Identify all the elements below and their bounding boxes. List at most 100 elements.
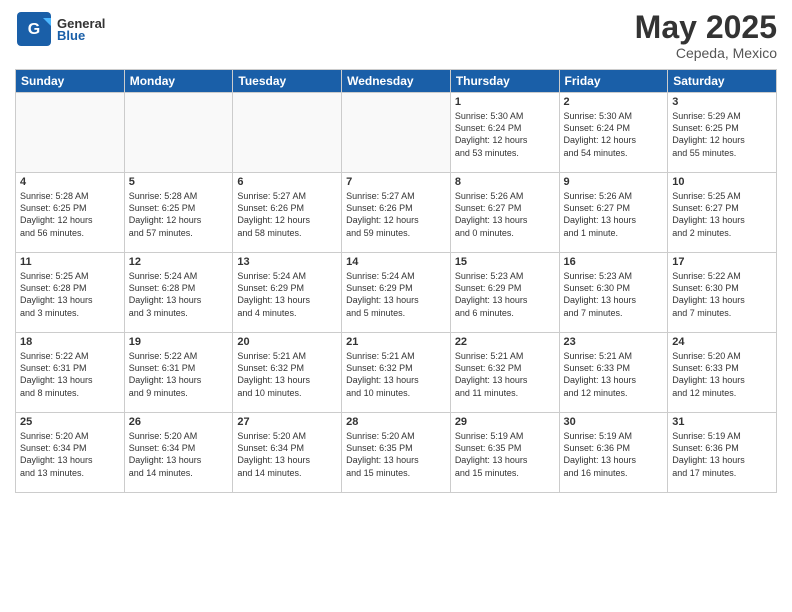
day-info: Sunrise: 5:29 AMSunset: 6:25 PMDaylight:… bbox=[672, 110, 772, 159]
day-cell: 13 Sunrise: 5:24 AMSunset: 6:29 PMDayligh… bbox=[233, 253, 342, 333]
day-number: 25 bbox=[20, 416, 120, 428]
col-saturday: Saturday bbox=[668, 70, 777, 93]
day-cell: 1 Sunrise: 5:30 AMSunset: 6:24 PMDaylight… bbox=[450, 93, 559, 173]
day-info: Sunrise: 5:20 AMSunset: 6:34 PMDaylight:… bbox=[129, 430, 229, 479]
day-info: Sunrise: 5:26 AMSunset: 6:27 PMDaylight:… bbox=[455, 190, 555, 239]
day-info: Sunrise: 5:27 AMSunset: 6:26 PMDaylight:… bbox=[346, 190, 446, 239]
day-info: Sunrise: 5:27 AMSunset: 6:26 PMDaylight:… bbox=[237, 190, 337, 239]
day-cell: 6Sunrise: 5:27 AMSunset: 6:26 PMDaylight… bbox=[233, 173, 342, 253]
day-cell: 25 Sunrise: 5:20 AMSunset: 6:34 PMDayligh… bbox=[16, 413, 125, 493]
day-cell: 23 Sunrise: 5:21 AMSunset: 6:33 PMDayligh… bbox=[559, 333, 668, 413]
day-info: Sunrise: 5:20 AMSunset: 6:34 PMDaylight:… bbox=[237, 430, 337, 479]
day-number: 9 bbox=[564, 176, 664, 188]
day-cell: 17 Sunrise: 5:22 AMSunset: 6:30 PMDayligh… bbox=[668, 253, 777, 333]
day-info: Sunrise: 5:20 AMSunset: 6:34 PMDaylight:… bbox=[20, 430, 120, 479]
day-cell bbox=[124, 93, 233, 173]
day-number: 13 bbox=[237, 256, 337, 268]
day-info: Sunrise: 5:22 AMSunset: 6:31 PMDaylight:… bbox=[20, 350, 120, 399]
logo: G General Blue bbox=[15, 10, 105, 48]
day-number: 10 bbox=[672, 176, 772, 188]
day-cell bbox=[16, 93, 125, 173]
day-number: 17 bbox=[672, 256, 772, 268]
day-number: 27 bbox=[237, 416, 337, 428]
day-info: Sunrise: 5:22 AMSunset: 6:31 PMDaylight:… bbox=[129, 350, 229, 399]
day-number: 14 bbox=[346, 256, 446, 268]
day-cell: 27 Sunrise: 5:20 AMSunset: 6:34 PMDayligh… bbox=[233, 413, 342, 493]
page-subtitle: Cepeda, Mexico bbox=[635, 45, 777, 61]
page-title: May 2025 bbox=[635, 10, 777, 45]
logo-icon: G bbox=[15, 10, 53, 48]
day-number: 18 bbox=[20, 336, 120, 348]
page: G General Blue May 2025 Cepeda, Mexico S… bbox=[0, 0, 792, 612]
day-number: 26 bbox=[129, 416, 229, 428]
week-row-3: 18 Sunrise: 5:22 AMSunset: 6:31 PMDayligh… bbox=[16, 333, 777, 413]
day-info: Sunrise: 5:28 AMSunset: 6:25 PMDaylight:… bbox=[129, 190, 229, 239]
day-cell bbox=[233, 93, 342, 173]
day-number: 19 bbox=[129, 336, 229, 348]
calendar-table: Sunday Monday Tuesday Wednesday Thursday… bbox=[15, 69, 777, 493]
day-number: 8 bbox=[455, 176, 555, 188]
day-number: 3 bbox=[672, 96, 772, 108]
day-cell: 16 Sunrise: 5:23 AMSunset: 6:30 PMDayligh… bbox=[559, 253, 668, 333]
day-cell: 2 Sunrise: 5:30 AMSunset: 6:24 PMDaylight… bbox=[559, 93, 668, 173]
day-info: Sunrise: 5:30 AMSunset: 6:24 PMDaylight:… bbox=[564, 110, 664, 159]
day-number: 12 bbox=[129, 256, 229, 268]
day-cell: 10 Sunrise: 5:25 AMSunset: 6:27 PMDayligh… bbox=[668, 173, 777, 253]
day-number: 28 bbox=[346, 416, 446, 428]
col-thursday: Thursday bbox=[450, 70, 559, 93]
day-info: Sunrise: 5:22 AMSunset: 6:30 PMDaylight:… bbox=[672, 270, 772, 319]
svg-text:G: G bbox=[28, 21, 40, 38]
day-info: Sunrise: 5:26 AMSunset: 6:27 PMDaylight:… bbox=[564, 190, 664, 239]
col-wednesday: Wednesday bbox=[342, 70, 451, 93]
day-info: Sunrise: 5:21 AMSunset: 6:33 PMDaylight:… bbox=[564, 350, 664, 399]
day-info: Sunrise: 5:24 AMSunset: 6:29 PMDaylight:… bbox=[346, 270, 446, 319]
day-number: 4 bbox=[20, 176, 120, 188]
day-cell: 29 Sunrise: 5:19 AMSunset: 6:35 PMDayligh… bbox=[450, 413, 559, 493]
title-block: May 2025 Cepeda, Mexico bbox=[635, 10, 777, 61]
day-number: 29 bbox=[455, 416, 555, 428]
day-number: 7 bbox=[346, 176, 446, 188]
day-number: 30 bbox=[564, 416, 664, 428]
day-info: Sunrise: 5:23 AMSunset: 6:29 PMDaylight:… bbox=[455, 270, 555, 319]
day-number: 11 bbox=[20, 256, 120, 268]
col-sunday: Sunday bbox=[16, 70, 125, 93]
day-cell: 11 Sunrise: 5:25 AMSunset: 6:28 PMDayligh… bbox=[16, 253, 125, 333]
day-cell: 14 Sunrise: 5:24 AMSunset: 6:29 PMDayligh… bbox=[342, 253, 451, 333]
day-number: 5 bbox=[129, 176, 229, 188]
day-cell: 26 Sunrise: 5:20 AMSunset: 6:34 PMDayligh… bbox=[124, 413, 233, 493]
day-cell: 21Sunrise: 5:21 AMSunset: 6:32 PMDayligh… bbox=[342, 333, 451, 413]
day-info: Sunrise: 5:19 AMSunset: 6:35 PMDaylight:… bbox=[455, 430, 555, 479]
day-info: Sunrise: 5:20 AMSunset: 6:35 PMDaylight:… bbox=[346, 430, 446, 479]
day-cell: 4 Sunrise: 5:28 AMSunset: 6:25 PMDaylight… bbox=[16, 173, 125, 253]
day-number: 20 bbox=[237, 336, 337, 348]
day-info: Sunrise: 5:19 AMSunset: 6:36 PMDaylight:… bbox=[564, 430, 664, 479]
day-cell: 28 Sunrise: 5:20 AMSunset: 6:35 PMDayligh… bbox=[342, 413, 451, 493]
col-monday: Monday bbox=[124, 70, 233, 93]
day-number: 1 bbox=[455, 96, 555, 108]
day-number: 2 bbox=[564, 96, 664, 108]
day-number: 15 bbox=[455, 256, 555, 268]
week-row-2: 11 Sunrise: 5:25 AMSunset: 6:28 PMDayligh… bbox=[16, 253, 777, 333]
day-info: Sunrise: 5:25 AMSunset: 6:28 PMDaylight:… bbox=[20, 270, 120, 319]
day-info: Sunrise: 5:23 AMSunset: 6:30 PMDaylight:… bbox=[564, 270, 664, 319]
day-number: 16 bbox=[564, 256, 664, 268]
day-info: Sunrise: 5:24 AMSunset: 6:29 PMDaylight:… bbox=[237, 270, 337, 319]
day-info: Sunrise: 5:25 AMSunset: 6:27 PMDaylight:… bbox=[672, 190, 772, 239]
day-info: Sunrise: 5:21 AMSunset: 6:32 PMDaylight:… bbox=[237, 350, 337, 399]
day-cell: 18 Sunrise: 5:22 AMSunset: 6:31 PMDayligh… bbox=[16, 333, 125, 413]
day-cell: 9 Sunrise: 5:26 AMSunset: 6:27 PMDaylight… bbox=[559, 173, 668, 253]
header: G General Blue May 2025 Cepeda, Mexico bbox=[15, 10, 777, 61]
calendar-header-row: Sunday Monday Tuesday Wednesday Thursday… bbox=[16, 70, 777, 93]
day-info: Sunrise: 5:28 AMSunset: 6:25 PMDaylight:… bbox=[20, 190, 120, 239]
week-row-1: 4 Sunrise: 5:28 AMSunset: 6:25 PMDaylight… bbox=[16, 173, 777, 253]
day-cell: 22Sunrise: 5:21 AMSunset: 6:32 PMDayligh… bbox=[450, 333, 559, 413]
day-cell: 30 Sunrise: 5:19 AMSunset: 6:36 PMDayligh… bbox=[559, 413, 668, 493]
day-info: Sunrise: 5:30 AMSunset: 6:24 PMDaylight:… bbox=[455, 110, 555, 159]
day-cell: 15 Sunrise: 5:23 AMSunset: 6:29 PMDayligh… bbox=[450, 253, 559, 333]
day-number: 23 bbox=[564, 336, 664, 348]
day-info: Sunrise: 5:19 AMSunset: 6:36 PMDaylight:… bbox=[672, 430, 772, 479]
calendar-body: 1 Sunrise: 5:30 AMSunset: 6:24 PMDaylight… bbox=[16, 93, 777, 493]
day-cell: 20 Sunrise: 5:21 AMSunset: 6:32 PMDayligh… bbox=[233, 333, 342, 413]
day-info: Sunrise: 5:24 AMSunset: 6:28 PMDaylight:… bbox=[129, 270, 229, 319]
day-cell: 12 Sunrise: 5:24 AMSunset: 6:28 PMDayligh… bbox=[124, 253, 233, 333]
